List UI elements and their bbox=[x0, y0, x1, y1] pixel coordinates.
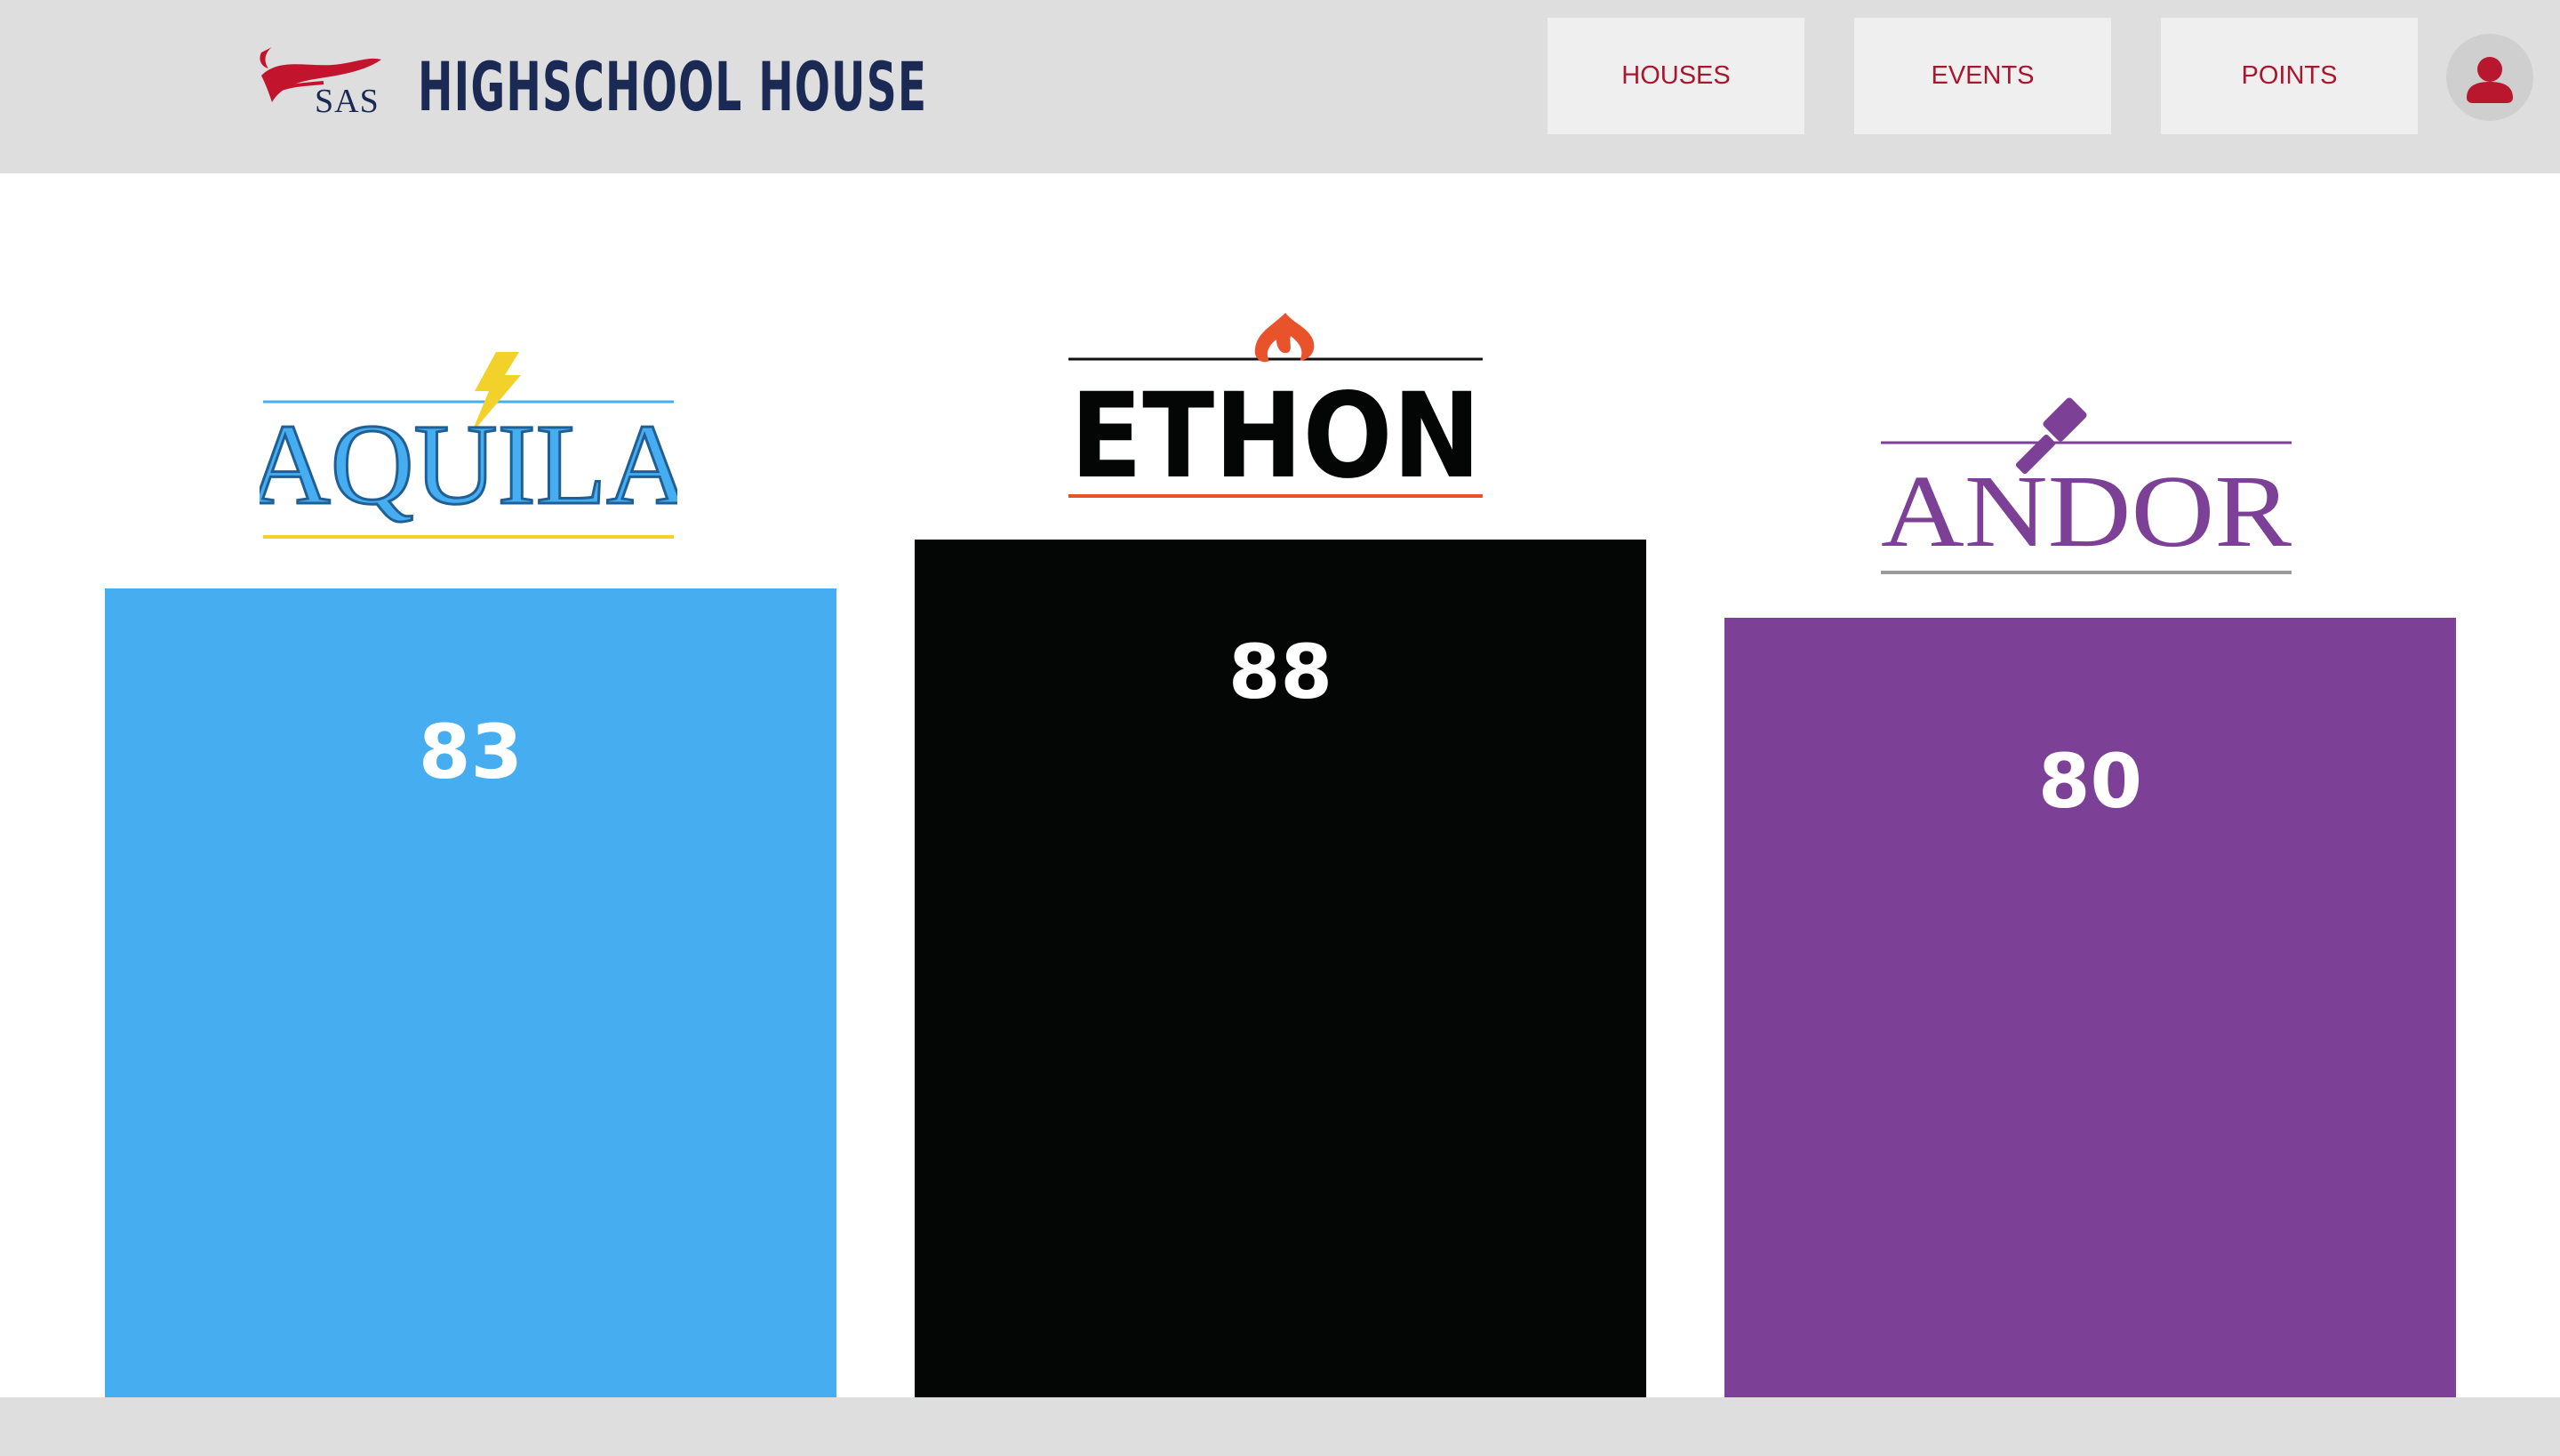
user-icon bbox=[2467, 57, 2513, 103]
houses-nav-button[interactable]: HOUSES bbox=[1548, 18, 1804, 134]
aquila-points-bar: 83 bbox=[105, 588, 836, 1397]
andor-house-name: ANDOR bbox=[1881, 455, 2292, 569]
page-title: HIGHSCHOOL HOUSE bbox=[418, 47, 928, 126]
events-nav-button[interactable]: EVENTS bbox=[1854, 18, 2111, 134]
andor-points-bar: 80 bbox=[1724, 618, 2456, 1397]
andor-points-value: 80 bbox=[2038, 738, 2142, 825]
andor-logo: ANDOR bbox=[1877, 393, 2295, 585]
footer-bar bbox=[0, 1397, 2560, 1456]
ethon-points-bar: 88 bbox=[915, 540, 1646, 1397]
ethon-points-value: 88 bbox=[1228, 628, 1332, 716]
aquila-points-value: 83 bbox=[419, 708, 523, 796]
aquila-logo: AQUILA bbox=[245, 348, 692, 540]
header-bar: SAS HIGHSCHOOL HOUSE HOUSES EVENTS POINT… bbox=[0, 0, 2560, 173]
flame-icon bbox=[1254, 313, 1315, 363]
ethon-house-name: ETHON bbox=[1070, 368, 1481, 501]
ethon-logo: ETHON bbox=[1067, 309, 1484, 505]
aquila-house-name: AQUILA bbox=[260, 401, 677, 529]
points-nav-button[interactable]: POINTS bbox=[2161, 18, 2418, 134]
user-avatar-button[interactable] bbox=[2446, 34, 2533, 121]
logo-text: SAS bbox=[315, 83, 380, 120]
